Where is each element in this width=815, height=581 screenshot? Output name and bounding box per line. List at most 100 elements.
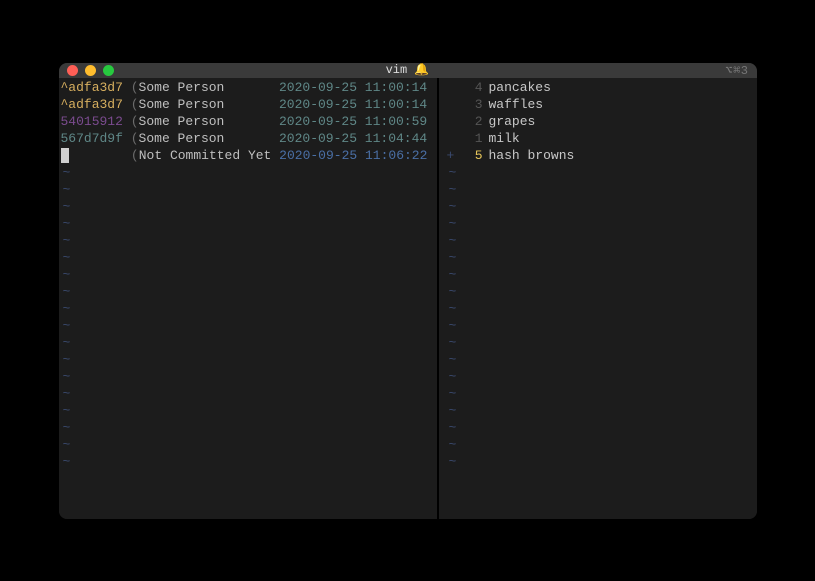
- status-bar-left: <lame | - unix | utf-8 | fugitiveblame 1…: [59, 470, 437, 519]
- commit-tz: -0500: [435, 80, 438, 95]
- line-text: milk: [489, 131, 520, 146]
- blame-pane[interactable]: ^adfa3d7 (Some Person 2020-09-25 11:00:1…: [59, 78, 439, 519]
- paren: (: [131, 148, 139, 163]
- buffer-line[interactable]: 3waffles: [447, 96, 755, 113]
- bell-icon: 🔔: [414, 63, 429, 77]
- empty-line-tilde: ~: [61, 232, 435, 249]
- empty-line-tilde: ~: [447, 164, 755, 181]
- title-text: vim: [386, 63, 408, 77]
- empty-line-tilde: ~: [61, 181, 435, 198]
- empty-line-tilde: ~: [61, 198, 435, 215]
- titlebar-shortcut: ⌥⌘3: [725, 63, 748, 78]
- empty-line-tilde: ~: [61, 215, 435, 232]
- empty-line-tilde: ~: [447, 453, 755, 470]
- empty-line-tilde: ~: [447, 385, 755, 402]
- empty-line-tilde: ~: [447, 215, 755, 232]
- diff-plus-icon: [447, 79, 457, 96]
- blame-rows: ^adfa3d7 (Some Person 2020-09-25 11:00:1…: [59, 78, 437, 470]
- empty-line-tilde: ~: [61, 266, 435, 283]
- titlebar: vim 🔔 ⌥⌘3: [59, 63, 757, 78]
- buffer-rows: 4pancakes 3waffles 2grapes 1milk+5hash b…: [445, 78, 757, 470]
- empty-line-tilde: ~: [61, 351, 435, 368]
- terminal-window: vim 🔔 ⌥⌘3 ^adfa3d7 (Some Person 2020-09-…: [59, 63, 757, 519]
- empty-line-tilde: ~: [447, 402, 755, 419]
- commit-hash[interactable]: 54015912: [61, 114, 123, 129]
- editor-content[interactable]: ^adfa3d7 (Some Person 2020-09-25 11:00:1…: [59, 78, 757, 519]
- line-number: 3: [457, 96, 489, 113]
- empty-line-tilde: ~: [447, 419, 755, 436]
- blame-row[interactable]: (Not Committed Yet 2020-09-25 11:06:22 -…: [61, 147, 435, 164]
- line-text: waffles: [489, 97, 544, 112]
- commit-hash[interactable]: 567d7d9f: [61, 131, 123, 146]
- line-number: 1: [457, 130, 489, 147]
- commit-tz: -0500: [435, 114, 438, 129]
- empty-line-tilde: ~: [61, 402, 435, 419]
- empty-line-tilde: ~: [61, 368, 435, 385]
- commit-date: 2020-09-25 11:04:44: [279, 131, 427, 146]
- author-name: Some Person: [139, 114, 272, 129]
- minimize-icon[interactable]: [85, 65, 96, 76]
- commit-date: 2020-09-25 11:06:22: [279, 148, 427, 163]
- author-name: Some Person: [139, 97, 272, 112]
- diff-plus-icon: [447, 96, 457, 113]
- empty-line-tilde: ~: [447, 351, 755, 368]
- commit-hash[interactable]: ^adfa3d7: [61, 97, 123, 112]
- traffic-lights: [67, 65, 114, 76]
- empty-line-tilde: ~: [61, 164, 435, 181]
- close-icon[interactable]: [67, 65, 78, 76]
- diff-plus-icon: [447, 113, 457, 130]
- file-pane[interactable]: 4pancakes 3waffles 2grapes 1milk+5hash b…: [445, 78, 757, 519]
- maximize-icon[interactable]: [103, 65, 114, 76]
- empty-line-tilde: ~: [61, 419, 435, 436]
- commit-date: 2020-09-25 11:00:14: [279, 80, 427, 95]
- empty-line-tilde: ~: [447, 181, 755, 198]
- line-number: 4: [457, 79, 489, 96]
- empty-line-tilde: ~: [447, 283, 755, 300]
- blame-row[interactable]: 54015912 (Some Person 2020-09-25 11:00:5…: [61, 113, 435, 130]
- blame-row[interactable]: ^adfa3d7 (Some Person 2020-09-25 11:00:1…: [61, 96, 435, 113]
- empty-line-tilde: ~: [61, 453, 435, 470]
- empty-line-tilde: ~: [447, 334, 755, 351]
- diff-plus-icon: +: [447, 147, 457, 164]
- empty-line-tilde: ~: [447, 436, 755, 453]
- empty-line-tilde: ~: [61, 283, 435, 300]
- paren: (: [131, 131, 139, 146]
- commit-tz: -0500: [435, 148, 438, 163]
- author-name: Some Person: [139, 80, 272, 95]
- blame-row[interactable]: ^adfa3d7 (Some Person 2020-09-25 11:00:1…: [61, 79, 435, 96]
- commit-tz: -0500: [435, 97, 438, 112]
- buffer-line[interactable]: 1milk: [447, 130, 755, 147]
- empty-line-tilde: ~: [61, 334, 435, 351]
- paren: (: [131, 97, 139, 112]
- blame-row[interactable]: 567d7d9f (Some Person 2020-09-25 11:04:4…: [61, 130, 435, 147]
- line-text: grapes: [489, 114, 536, 129]
- line-number: 2: [457, 113, 489, 130]
- commit-tz: -0500: [435, 131, 438, 146]
- empty-line-tilde: ~: [61, 300, 435, 317]
- buffer-line[interactable]: +5hash browns: [447, 147, 755, 164]
- empty-line-tilde: ~: [447, 198, 755, 215]
- buffer-line[interactable]: 2grapes: [447, 113, 755, 130]
- line-number: 5: [457, 147, 489, 164]
- commit-date: 2020-09-25 11:00:14: [279, 97, 427, 112]
- commit-hash[interactable]: ^adfa3d7: [61, 80, 123, 95]
- empty-line-tilde: ~: [61, 436, 435, 453]
- empty-line-tilde: ~: [447, 368, 755, 385]
- buffer-line[interactable]: 4pancakes: [447, 79, 755, 96]
- author-name: Some Person: [139, 131, 272, 146]
- cursor: [61, 148, 69, 163]
- empty-line-tilde: ~: [61, 317, 435, 334]
- empty-line-tilde: ~: [447, 300, 755, 317]
- empty-line-tilde: ~: [447, 266, 755, 283]
- commit-date: 2020-09-25 11:00:59: [279, 114, 427, 129]
- status-bar-right: breakfast.txt 100% 5:1: [445, 470, 757, 519]
- empty-line-tilde: ~: [447, 317, 755, 334]
- empty-line-tilde: ~: [61, 385, 435, 402]
- empty-line-tilde: ~: [447, 232, 755, 249]
- paren: (: [131, 80, 139, 95]
- line-text: pancakes: [489, 80, 551, 95]
- empty-line-tilde: ~: [61, 249, 435, 266]
- author-name: Not Committed Yet: [139, 148, 272, 163]
- line-text: hash browns: [489, 148, 575, 163]
- diff-plus-icon: [447, 130, 457, 147]
